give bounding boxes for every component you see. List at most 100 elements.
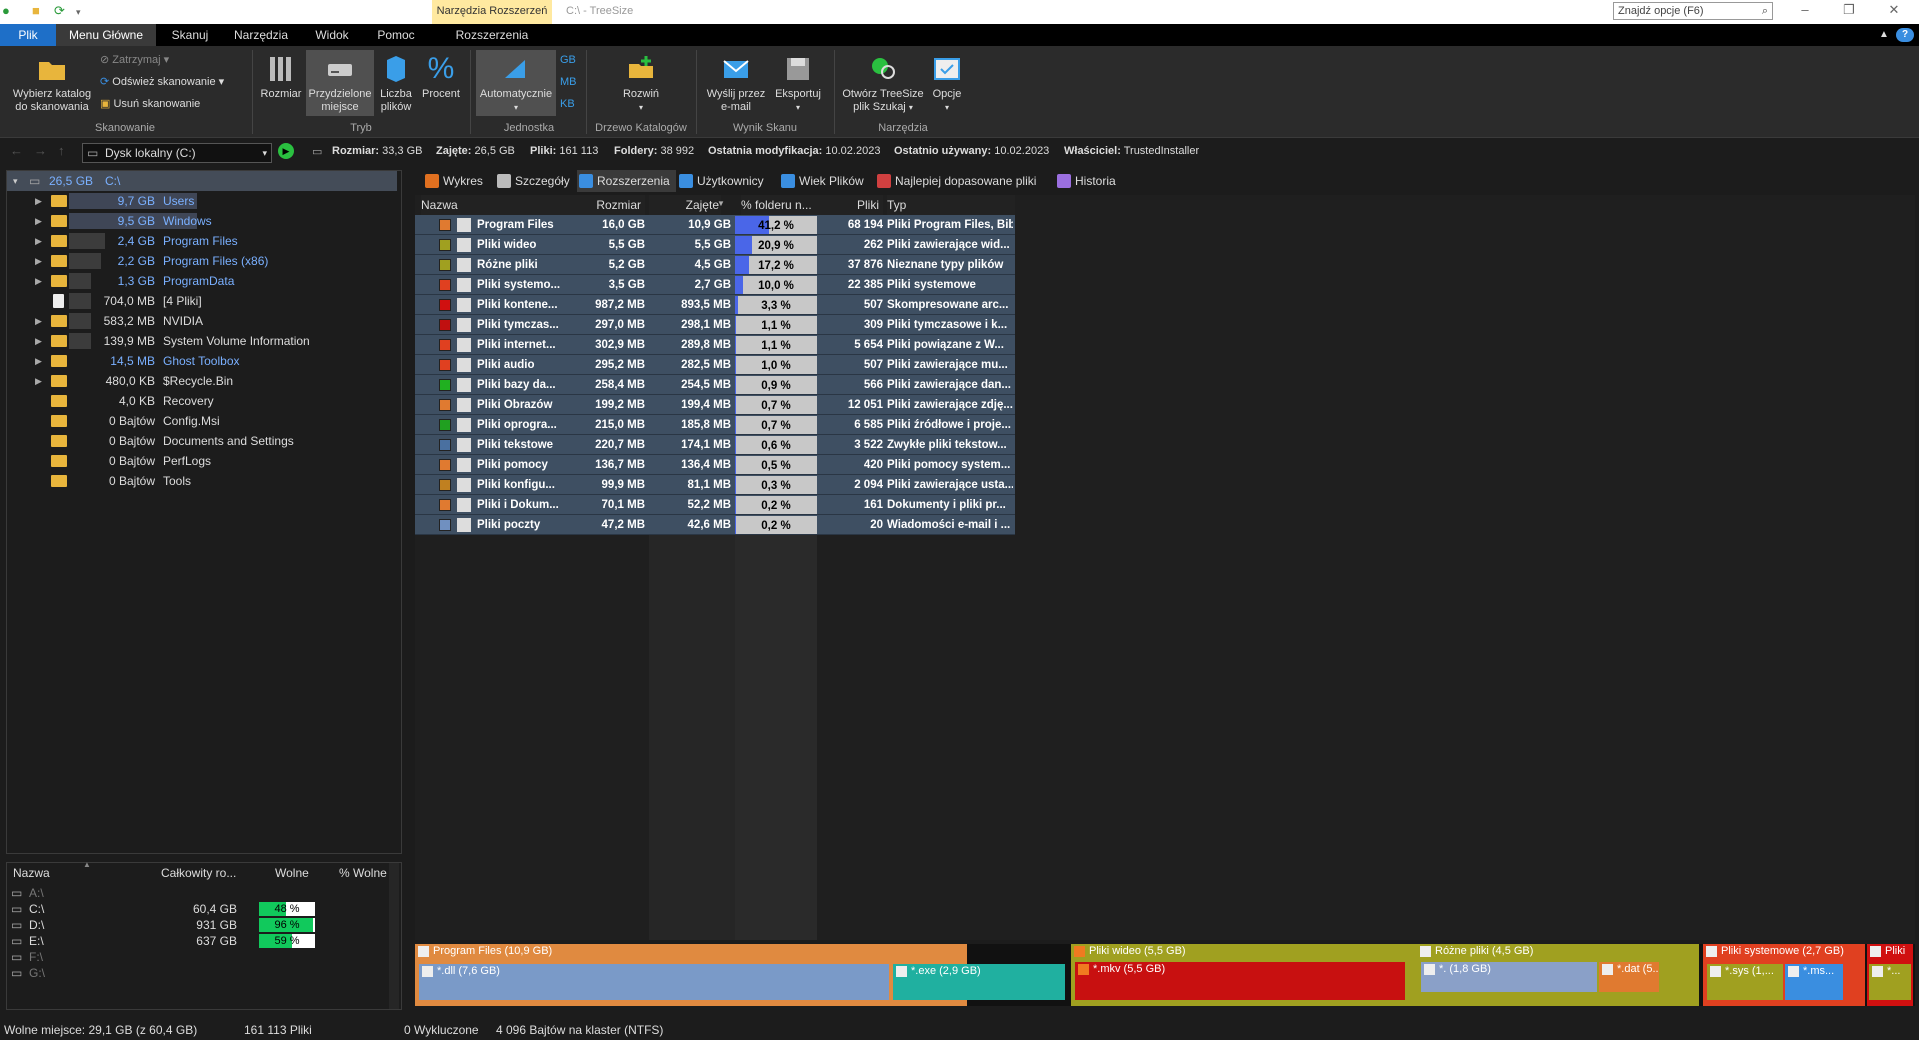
mode-size-button[interactable]: Rozmiar [258,50,304,114]
treemap-sys[interactable]: *.sys (1,... [1707,964,1783,1000]
grid-row[interactable]: Pliki tekstowe 220,7 MB 174,1 MB 0,6 % 3 522… [415,435,1015,455]
back-icon[interactable]: ← [10,143,23,158]
grid-col-type[interactable]: Typ [887,195,1015,215]
tree-row[interactable]: 0 Bajtów Tools [7,471,397,491]
chevron-right-icon[interactable]: ▶ [35,251,42,271]
grid-row[interactable]: Pliki tymczas... 297,0 MB 298,1 MB 1,1 % 309… [415,315,1015,335]
treemap-exe[interactable]: *.exe (2,9 GB) [893,964,1065,1000]
stop-button[interactable]: ⊘ Zatrzymaj ▾ [100,52,169,68]
tree-row[interactable]: ▶ 1,3 GB ProgramData [7,271,397,291]
up-icon[interactable]: ↑ [58,143,65,158]
grid-row[interactable]: Pliki kontene... 987,2 MB 893,5 MB 3,3 % 507… [415,295,1015,315]
refresh-scan-button[interactable]: ⟳ Odśwież skanowanie ▾ [100,74,224,90]
drive-row[interactable]: ▭C:\60,4 GB29,1 GB48 % [7,901,397,917]
chevron-up-icon[interactable]: ▲ [1876,24,1892,46]
grid-col-allocated[interactable]: Zajęte [649,195,721,215]
chevron-right-icon[interactable]: ▶ [35,191,42,211]
color-swatch[interactable] [439,319,451,331]
start-scan-icon[interactable]: ▶ [278,143,294,159]
color-swatch[interactable] [439,439,451,451]
color-swatch[interactable] [439,279,451,291]
grid-row[interactable]: Pliki audio 295,2 MB 282,5 MB 1,0 % 507 Pliki… [415,355,1015,375]
close-icon[interactable]: ✕ [1884,2,1904,18]
grid-row[interactable]: Program Files 16,0 GB 10,9 GB 41,2 % 68 194 P… [415,215,1015,235]
drive-list-scrollbar[interactable] [389,863,399,1009]
tab-chart[interactable]: Wykres [423,170,489,192]
tree-row[interactable]: 704,0 MB [4 Pliki] [7,291,397,311]
treemap-dat[interactable]: *.dat (5... [1599,962,1659,992]
drive-col-free[interactable]: Wolne [275,863,335,883]
unit-gb-button[interactable]: GB [560,52,576,68]
options-button[interactable]: Opcje ▾ [928,50,966,114]
help-icon[interactable]: ? [1896,28,1914,42]
color-swatch[interactable] [439,519,451,531]
tree-row[interactable]: ▶ 14,5 MB Ghost Toolbox [7,351,397,371]
unit-auto-button[interactable]: Automatycznie ▾ [476,50,556,116]
chevron-right-icon[interactable]: ▶ [35,331,42,351]
color-swatch[interactable] [439,299,451,311]
tab-extensions[interactable]: Rozszerzenia [577,170,676,192]
color-swatch[interactable] [439,379,451,391]
unit-mb-button[interactable]: MB [560,74,577,90]
drive-row[interactable]: ▭D:\931 GB890 GB96 % [7,917,397,933]
grid-row[interactable]: Pliki internet... 302,9 MB 289,8 MB 1,1 % 5 … [415,335,1015,355]
unit-kb-button[interactable]: KB [560,96,575,112]
grid-row[interactable]: Pliki wideo 5,5 GB 5,5 GB 20,9 % 262 Pliki za… [415,235,1015,255]
send-email-button[interactable]: Wyślij przez e-mail [704,50,768,114]
choose-directory-button[interactable]: Wybierz katalog do skanowania [6,50,98,114]
grid-row[interactable]: Pliki systemo... 3,5 GB 2,7 GB 10,0 % 22 385… [415,275,1015,295]
grid-row[interactable]: Pliki Obrazów 199,2 MB 199,4 MB 0,7 % 12 051… [415,395,1015,415]
color-swatch[interactable] [439,239,451,251]
grid-row[interactable]: Pliki oprogra... 215,0 MB 185,8 MB 0,7 % 6 5… [415,415,1015,435]
treemap-ms[interactable]: *.ms... [1785,964,1843,1000]
drive-list[interactable]: Nazwa Całkowity ro... Wolne % Wolne ▲ ▭ A… [6,860,402,1010]
tab-details[interactable]: Szczegóły [495,170,576,192]
grid-row[interactable]: Pliki poczty 47,2 MB 42,6 MB 0,2 % 20 Wiadomo… [415,515,1015,535]
treesize-logo-icon[interactable]: ● [2,3,10,18]
tree-row[interactable]: ▶ 480,0 KB $Recycle.Bin [7,371,397,391]
tree-row[interactable]: 4,0 KB Recovery [7,391,397,411]
tree-row[interactable]: 0 Bajtów Documents and Settings [7,431,397,451]
tree-row[interactable]: ▶ 9,7 GB Users [7,191,397,211]
chevron-right-icon[interactable]: ▶ [35,351,42,371]
tree-root-row[interactable]: ▾ ▭ 26,5 GB C:\ [7,171,397,191]
folder-icon[interactable]: ■ [32,3,40,18]
treemap-mkv[interactable]: *.mkv (5,5 GB) [1075,962,1405,1000]
open-search-button[interactable]: Otwórz TreeSize plik Szukaj ▾ [840,50,926,114]
tab-home[interactable]: Menu Główne [56,24,156,46]
treemap-unknown[interactable]: *. (1,8 GB) [1421,962,1597,992]
grid-row[interactable]: Pliki pomocy 136,7 MB 136,4 MB 0,5 % 420 Plik… [415,455,1015,475]
tree-row[interactable]: ▶ 2,4 GB Program Files [7,231,397,251]
tab-scan[interactable]: Skanuj [160,24,220,46]
mode-percent-button[interactable]: % Procent [418,50,464,114]
color-swatch[interactable] [439,399,451,411]
treemap-dll[interactable]: *.dll (7,6 GB) [419,964,889,1000]
chevron-right-icon[interactable]: ▶ [35,371,42,391]
drive-row[interactable]: ▭ G:\ [7,965,397,981]
grid-col-name[interactable]: Nazwa [421,195,571,215]
grid-row[interactable]: Pliki konfigu... 99,9 MB 81,1 MB 0,3 % 2 094… [415,475,1015,495]
chevron-down-icon[interactable]: ▾ [13,171,18,191]
chevron-right-icon[interactable]: ▶ [35,271,42,291]
extensions-grid[interactable]: Nazwa Rozmiar Zajęte ▼ % folderu n... Pl… [415,195,1915,940]
expand-button[interactable]: Rozwiń ▾ [600,50,682,114]
color-swatch[interactable] [439,219,451,231]
color-swatch[interactable] [439,499,451,511]
tab-tools[interactable]: Narzędzia [226,24,296,46]
drive-row[interactable]: ▭E:\637 GB373 GB59 % [7,933,397,949]
tab-help[interactable]: Pomoc [366,24,426,46]
tab-history[interactable]: Historia [1055,170,1122,192]
grid-col-files[interactable]: Pliki [821,195,883,215]
treemap-more[interactable]: *... [1869,964,1911,1000]
grid-row[interactable]: Różne pliki 5,2 GB 4,5 GB 17,2 % 37 876 Niezn… [415,255,1015,275]
tab-calendar[interactable]: Wiek Plików [779,170,870,192]
drive-col-total[interactable]: Całkowity ro... [161,863,251,883]
search-options-input[interactable]: Znajdź opcje (F6) ⌕ [1613,2,1773,20]
chevron-right-icon[interactable]: ▶ [35,231,42,251]
grid-col-percent[interactable]: % folderu n... [741,195,821,215]
tree-row[interactable]: 0 Bajtów Config.Msi [7,411,397,431]
dropdown-icon[interactable]: ▾ [76,7,81,18]
tree-row[interactable]: ▶ 9,5 GB Windows [7,211,397,231]
restore-icon[interactable]: ❐ [1839,2,1859,18]
tree-row[interactable]: ▶ 2,2 GB Program Files (x86) [7,251,397,271]
